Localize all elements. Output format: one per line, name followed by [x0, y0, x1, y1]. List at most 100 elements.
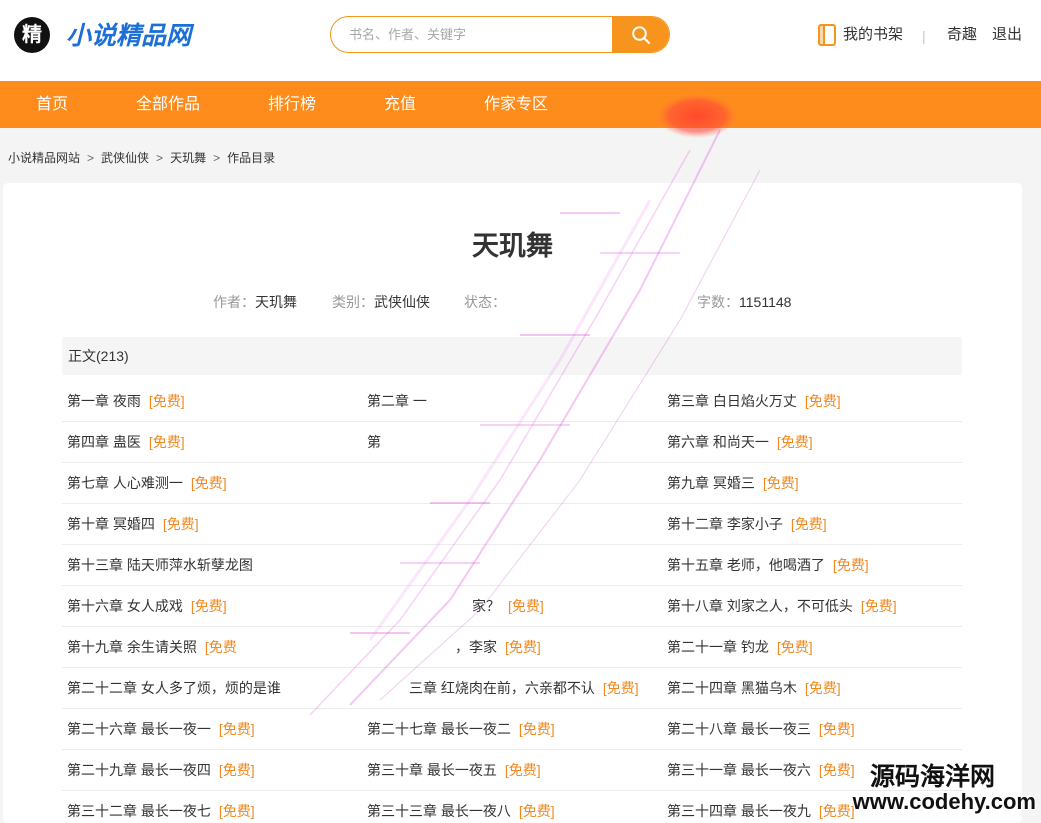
chapter-link[interactable]: 第十九章 余生请关照 [免费 [62, 627, 362, 668]
chapter-title[interactable]: 第十三章 陆天师萍水斩孽龙图 [67, 557, 253, 573]
chapter-link[interactable] [362, 463, 662, 504]
chapter-title[interactable]: ，李家 [455, 639, 497, 655]
chapter-title[interactable]: 第十章 冥婚四 [67, 516, 155, 532]
site-name[interactable]: 小说精品网 [66, 19, 191, 53]
free-badge: [免费] [818, 803, 855, 819]
chapter-link[interactable]: 第十二章 李家小子 [免费] [662, 504, 962, 545]
chapter-link[interactable]: 第四章 蛊医 [免费] [62, 422, 362, 463]
free-badge: [免费] [762, 475, 799, 491]
nav-item-home[interactable]: 首页 [36, 81, 68, 128]
chapter-title[interactable]: 第二十四章 黑猫乌木 [667, 680, 797, 696]
breadcrumb-separator: > [156, 151, 164, 165]
meta-word-count-label: 字数： [697, 294, 739, 310]
chapter-link[interactable]: 第二十八章 最长一夜三 [免费] [662, 709, 962, 750]
chapter-link[interactable]: 第三十章 最长一夜五 [免费] [362, 750, 662, 791]
free-badge: [免费] [518, 721, 555, 737]
chapter-link[interactable]: 第十章 冥婚四 [免费] [62, 504, 362, 545]
chapter-title[interactable]: 第二十六章 最长一夜一 [67, 721, 211, 737]
bookshelf-link[interactable]: 我的书架 [818, 24, 903, 46]
chapter-title[interactable]: 第二十二章 女人多了烦，烦的是谁 [67, 680, 281, 696]
chapter-title[interactable]: 第三十章 最长一夜五 [367, 762, 497, 778]
chapter-link[interactable]: 第十五章 老师，他喝酒了 [免费] [662, 545, 962, 586]
chapter-title[interactable]: 第二十九章 最长一夜四 [67, 762, 211, 778]
chapter-link[interactable]: 第三十三章 最长一夜八 [免费] [362, 791, 662, 823]
chapter-link[interactable]: ，李家 [免费] [362, 627, 662, 668]
chapter-link[interactable]: 第 [362, 422, 662, 463]
chapter-title[interactable]: 第三十二章 最长一夜七 [67, 803, 211, 819]
chapter-title[interactable]: 第三十四章 最长一夜九 [667, 803, 811, 819]
nav-item-recharge[interactable]: 充值 [384, 81, 416, 128]
free-badge: [免费] [148, 434, 185, 450]
meta-status: 状态： [464, 293, 506, 311]
search-button[interactable] [612, 17, 669, 52]
chapter-link[interactable]: 第十六章 女人成戏 [免费] [62, 586, 362, 627]
chapter-title[interactable]: 第十九章 余生请关照 [67, 639, 197, 655]
chapter-title[interactable]: 第二十八章 最长一夜三 [667, 721, 811, 737]
meta-author-label: 作者： [213, 294, 255, 310]
chapter-title[interactable]: 第 [367, 434, 381, 450]
chapter-link[interactable] [362, 504, 662, 545]
book-icon [818, 24, 836, 46]
chapter-link[interactable]: 第二章 一 [362, 381, 662, 422]
meta-author-value[interactable]: 天玑舞 [255, 294, 297, 310]
nav-item-all-works[interactable]: 全部作品 [136, 81, 200, 128]
search-icon [631, 25, 650, 44]
chapter-link[interactable]: 第二十二章 女人多了烦，烦的是谁 [62, 668, 362, 709]
free-badge: [免费] [504, 762, 541, 778]
chapter-link[interactable]: 第六章 和尚天一 [免费] [662, 422, 962, 463]
chapter-title[interactable]: 第三十一章 最长一夜六 [667, 762, 811, 778]
chapter-title[interactable]: 第二十一章 钓龙 [667, 639, 769, 655]
meta-category: 类别：武侠仙侠 [332, 293, 430, 311]
main-nav: 首页 全部作品 排行榜 充值 作家专区 [0, 81, 1041, 128]
meta-word-count-value: 1151148 [739, 294, 792, 310]
chapter-title[interactable]: 家？ [472, 598, 500, 614]
site-logo-badge[interactable]: 精 [14, 17, 50, 53]
chapter-title[interactable]: 第一章 夜雨 [67, 393, 141, 409]
search-input[interactable] [331, 17, 612, 52]
chapter-title[interactable]: 三章 红烧肉在前，六亲都不认 [409, 680, 595, 696]
free-badge: [免费] [860, 598, 897, 614]
chapter-link[interactable]: 第二十一章 钓龙 [免费] [662, 627, 962, 668]
chapter-title[interactable]: 第三十三章 最长一夜八 [367, 803, 511, 819]
chapter-link[interactable]: 第一章 夜雨 [免费] [62, 381, 362, 422]
chapter-title[interactable]: 第六章 和尚天一 [667, 434, 769, 450]
chapter-title[interactable]: 第四章 蛊医 [67, 434, 141, 450]
free-badge: [免费] [832, 557, 869, 573]
chapter-link[interactable]: 第二十六章 最长一夜一 [免费] [62, 709, 362, 750]
meta-category-value[interactable]: 武侠仙侠 [374, 294, 430, 310]
nav-item-author-zone[interactable]: 作家专区 [484, 81, 548, 128]
breadcrumb-item-site[interactable]: 小说精品网站 [8, 151, 80, 165]
chapter-title[interactable]: 第二章 一 [367, 393, 427, 409]
chapter-link[interactable]: 第十三章 陆天师萍水斩孽龙图 [62, 545, 362, 586]
chapter-title[interactable]: 第十六章 女人成戏 [67, 598, 183, 614]
chapter-link[interactable]: 第二十九章 最长一夜四 [免费] [62, 750, 362, 791]
chapter-link[interactable] [362, 545, 662, 586]
chapter-title[interactable]: 第二十七章 最长一夜二 [367, 721, 511, 737]
chapter-title[interactable]: 第十五章 老师，他喝酒了 [667, 557, 825, 573]
free-badge: [免费] [505, 639, 541, 655]
nav-item-rankings[interactable]: 排行榜 [268, 81, 316, 128]
breadcrumb-item-category[interactable]: 武侠仙侠 [101, 151, 149, 165]
book-catalog-card: 天玑舞 作者：天玑舞 类别：武侠仙侠 状态： 字数：1151148 正文(213… [3, 183, 1022, 823]
chapter-link[interactable]: 第十八章 刘家之人，不可低头 [免费] [662, 586, 962, 627]
breadcrumb-item-book[interactable]: 天玑舞 [170, 151, 206, 165]
free-badge: [免费] [518, 803, 555, 819]
chapter-link[interactable]: 家？ [免费] [362, 586, 662, 627]
chapter-title[interactable]: 第七章 人心难测一 [67, 475, 183, 491]
bookshelf-label[interactable]: 我的书架 [843, 24, 903, 46]
chapter-title[interactable]: 第三章 白日焰火万丈 [667, 393, 797, 409]
chapter-link[interactable]: 第二十七章 最长一夜二 [免费] [362, 709, 662, 750]
chapter-title[interactable]: 第十八章 刘家之人，不可低头 [667, 598, 853, 614]
meta-category-label: 类别： [332, 294, 374, 310]
chapter-title[interactable]: 第十二章 李家小子 [667, 516, 783, 532]
chapter-link[interactable]: 第三十二章 最长一夜七 [免费] [62, 791, 362, 823]
logout-link[interactable]: 退出 [992, 25, 1022, 45]
chapter-link[interactable]: 第九章 冥婚三 [免费] [662, 463, 962, 504]
chapter-link[interactable]: 第七章 人心难测一 [免费] [62, 463, 362, 504]
chapter-link[interactable]: 第三章 白日焰火万丈 [免费] [662, 381, 962, 422]
chapter-link[interactable]: 三章 红烧肉在前，六亲都不认 [免费] [362, 668, 662, 709]
chapter-title[interactable]: 第九章 冥婚三 [667, 475, 755, 491]
free-badge: [免费] [818, 721, 855, 737]
fun-link[interactable]: 奇趣 [947, 25, 977, 45]
chapter-link[interactable]: 第二十四章 黑猫乌木 [免费] [662, 668, 962, 709]
